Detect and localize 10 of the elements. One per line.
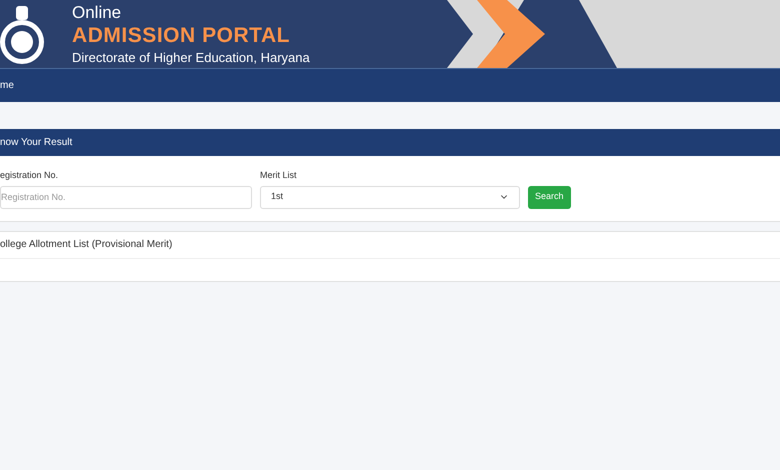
merit-list-select[interactable]: 1st [260, 186, 520, 208]
portal-subtitle: Directorate of Higher Education, Haryana [72, 50, 310, 66]
registration-field[interactable]: Registration No. [0, 186, 252, 208]
field-label: Merit List [260, 169, 298, 182]
nav-link[interactable]: me [0, 78, 14, 93]
panel-title: ollege Allotment List (Provisional Merit) [0, 238, 172, 252]
title-online: Online [72, 2, 122, 24]
portal-title: ADMISSION PORTAL [72, 23, 292, 50]
field-label: egistration No. [0, 169, 60, 182]
panel-title: now Your Result [0, 136, 72, 150]
